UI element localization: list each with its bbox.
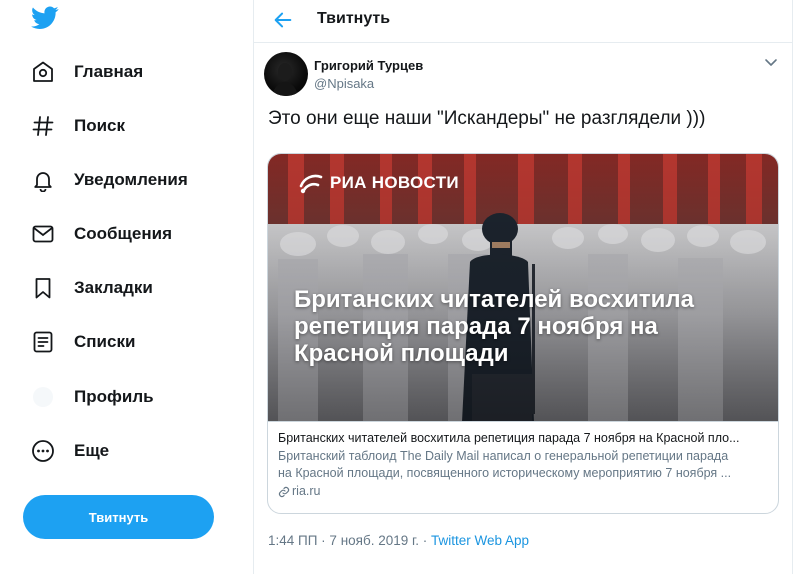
list-icon	[30, 329, 56, 355]
card-body: Британских читателей восхитила репетиция…	[268, 422, 778, 500]
sidebar-item-label: Сообщения	[74, 224, 172, 243]
sidebar-item-label: Профиль	[74, 387, 154, 406]
sidebar-item-label: Еще	[74, 441, 110, 460]
ria-brand-text: РИА НОВОСТИ	[330, 173, 459, 192]
card-domain: ria.ru	[278, 483, 768, 500]
tweet-timestamp[interactable]: 1:44 ПП · 7 нояб. 2019 г. ·	[268, 533, 431, 548]
hashtag-icon	[30, 113, 56, 139]
card-description: Британский таблоид The Daily Mail написа…	[278, 448, 768, 482]
sidebar-item-bookmarks[interactable]: Закладки	[30, 268, 153, 308]
sidebar-item-label: Закладки	[74, 278, 153, 297]
envelope-icon	[30, 221, 56, 247]
twitter-bird-icon[interactable]	[31, 6, 59, 30]
sidebar-item-home[interactable]: Главная	[30, 52, 143, 92]
link-icon	[278, 486, 290, 498]
tweet-button[interactable]: Твитнуть	[23, 495, 214, 539]
sidebar: Главная Поиск Уведомления Сообщения Закл…	[0, 0, 252, 574]
main-column: Твитнуть Григорий Турцев @Npisaka Это он…	[253, 0, 793, 574]
page-title: Твитнуть	[317, 10, 391, 27]
card-title: Британских читателей восхитила репетиция…	[278, 431, 740, 445]
card-description-line: на Красной площади, посвященного историч…	[278, 466, 732, 480]
link-card[interactable]: РИА НОВОСТИ Британских читателей восхити…	[267, 153, 779, 514]
sidebar-item-notifications[interactable]: Уведомления	[30, 160, 188, 200]
sidebar-item-label: Списки	[74, 332, 136, 351]
sidebar-item-profile[interactable]: Профиль	[30, 377, 154, 417]
profile-icon	[30, 384, 56, 410]
chevron-down-icon[interactable]	[762, 56, 780, 70]
sidebar-item-messages[interactable]: Сообщения	[30, 214, 172, 254]
tweet-text: Это они еще наши "Искандеры" не разгляде…	[268, 108, 706, 129]
source-app-link[interactable]: Twitter Web App	[431, 533, 529, 548]
bookmark-icon	[30, 275, 56, 301]
sidebar-item-label: Поиск	[74, 116, 126, 135]
author-handle[interactable]: @Npisaka	[314, 76, 374, 91]
card-image: РИА НОВОСТИ Британских читателей восхити…	[268, 154, 778, 422]
back-arrow-icon[interactable]	[272, 9, 294, 31]
sidebar-item-label: Уведомления	[74, 170, 188, 189]
card-domain-text: ria.ru	[292, 484, 321, 498]
more-icon	[30, 438, 56, 464]
sidebar-item-more[interactable]: Еще	[30, 431, 109, 471]
ria-logo: РИА НОВОСТИ	[298, 172, 459, 194]
bell-icon	[30, 167, 56, 193]
page-header: Твитнуть	[254, 0, 792, 43]
avatar[interactable]	[264, 52, 308, 96]
card-description-line: Британский таблоид The Daily Mail написа…	[278, 449, 729, 463]
tweet-meta: 1:44 ПП · 7 нояб. 2019 г. · Twitter Web …	[268, 533, 529, 548]
sidebar-item-explore[interactable]: Поиск	[30, 106, 125, 146]
sidebar-item-lists[interactable]: Списки	[30, 322, 135, 362]
author-name[interactable]: Григорий Турцев	[314, 58, 423, 73]
card-headline: Британских читателей восхитила репетиция…	[294, 286, 694, 367]
sidebar-item-label: Главная	[74, 62, 144, 81]
home-icon	[30, 59, 56, 85]
